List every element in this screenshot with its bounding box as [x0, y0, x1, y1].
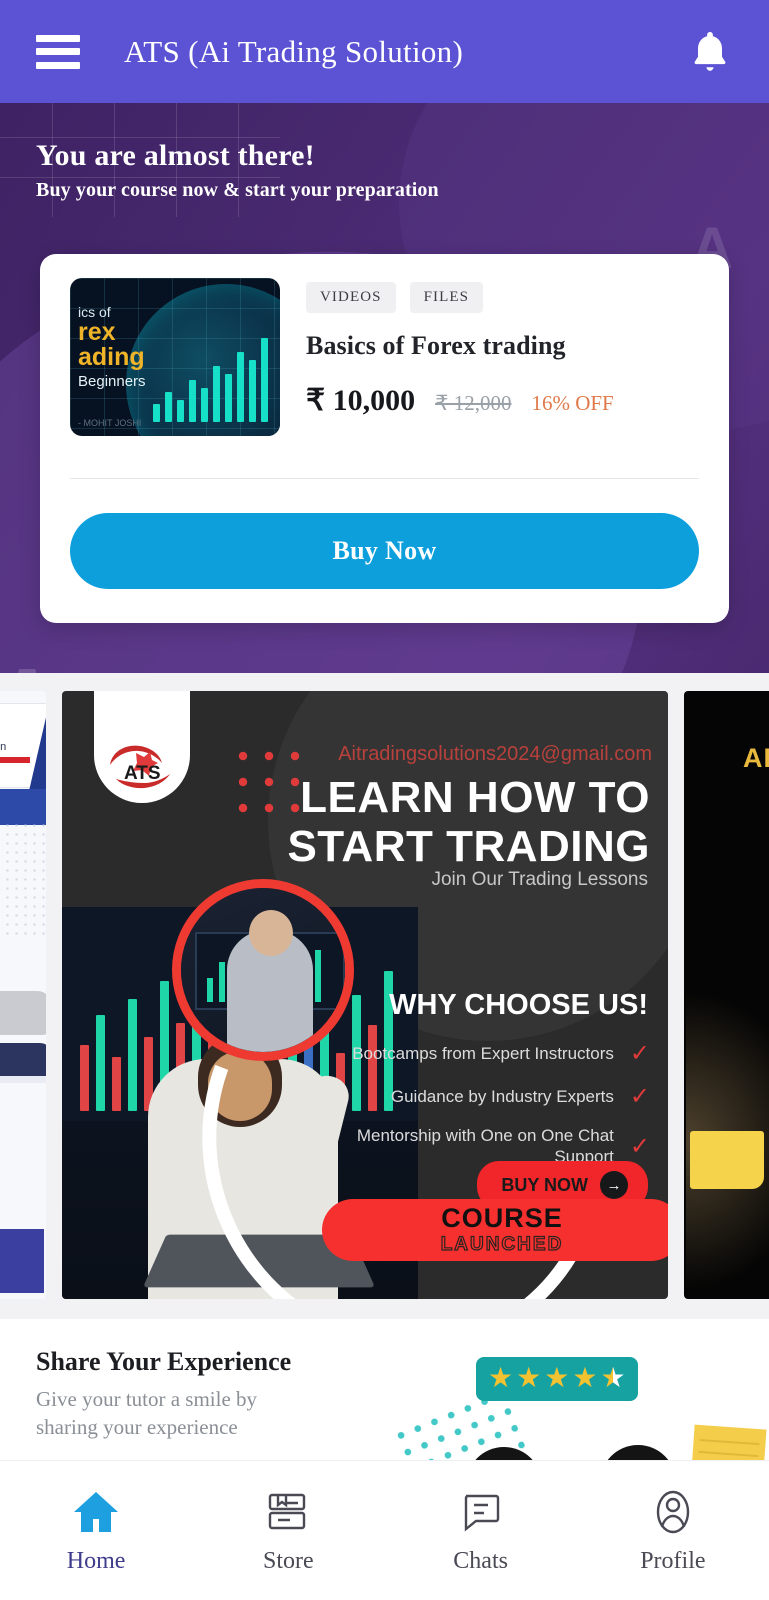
promo-headline-line1: LEARN HOW TO [300, 773, 650, 822]
svg-text:ATS: ATS [124, 763, 161, 784]
why-item-text: Bootcamps from Expert Instructors [352, 1043, 614, 1063]
prev-slide-shape-blue-2 [0, 789, 46, 825]
promo-subhead: Join Our Trading Lessons [431, 869, 648, 890]
share-experience-subtitle: Give your tutor a smile by sharing your … [36, 1387, 258, 1440]
card-divider [70, 478, 699, 479]
banner-subtitle: Buy your course now & start your prepara… [36, 179, 439, 201]
bell-icon[interactable] [687, 27, 733, 77]
thumbnail-text: ics of rex ading Beginners [78, 304, 146, 390]
chat-bubble-icon [454, 1486, 508, 1538]
thumbnail-credit: - MOHIT JOSHI [78, 418, 142, 428]
carousel-slide-next[interactable]: AI [684, 691, 769, 1299]
prev-slide-shoe-1 [0, 991, 46, 1035]
course-title: Basics of Forex trading [306, 331, 566, 360]
promo-buy-now-label: BUY NOW [501, 1174, 588, 1195]
nav-item-store[interactable]: Store [192, 1486, 384, 1575]
course-thumbnail: ics of rex ading Beginners - MOHIT JOSHI [70, 278, 280, 436]
nav-label-profile: Profile [640, 1548, 706, 1574]
course-tags: VIDEOS FILES [306, 282, 699, 313]
prev-slide-red-bar [0, 757, 30, 763]
page-title: ATS (Ai Trading Solution) [124, 33, 464, 69]
thumbnail-line3: Beginners [78, 373, 146, 390]
instructor-head [249, 910, 293, 956]
app-header: ATS (Ai Trading Solution) [0, 0, 769, 103]
course-info: VIDEOS FILES Basics of Forex trading ₹ 1… [306, 278, 699, 436]
prev-slide-text: on [0, 741, 7, 753]
star-icon: ★ [544, 1363, 570, 1394]
arrow-right-icon: → [600, 1171, 628, 1199]
next-slide-yellow-shape [690, 1131, 764, 1189]
course-launched-line2: LAUNCHED [440, 1233, 564, 1255]
promo-headline-line2: START TRADING [287, 822, 650, 872]
carousel-slide-active[interactable]: ATS Aitradingsolutions2024@gmail.com LEA… [62, 691, 668, 1299]
why-list-item: Bootcamps from Expert Instructors ✓ [350, 1039, 650, 1068]
nav-item-chats[interactable]: Chats [385, 1486, 577, 1575]
nav-item-home[interactable]: Home [0, 1486, 192, 1575]
prev-slide-blue-box [0, 1229, 44, 1293]
course-launched-banner: COURSE LAUNCHED [322, 1199, 668, 1261]
instructor-photo-circle [172, 879, 354, 1061]
candlestick-graphic [153, 326, 268, 422]
price-row: ₹ 10,000 ₹ 12,000 16% OFF [306, 383, 699, 418]
tag-files: FILES [409, 282, 484, 313]
prev-slide-shoe-2 [0, 1043, 46, 1083]
carousel-track[interactable]: on ATS Aitradingsolutions2024@gmail [0, 691, 769, 1299]
books-icon [261, 1486, 315, 1538]
star-rating-badge[interactable]: ★ ★ ★ ★ ★ [476, 1357, 638, 1401]
why-item-text: Guidance by Industry Experts [390, 1086, 614, 1106]
prev-slide-dot-pattern [0, 821, 46, 941]
star-icon: ★ [488, 1363, 514, 1394]
nav-item-profile[interactable]: Profile [577, 1486, 769, 1575]
why-list-item: Guidance by Industry Experts ✓ [350, 1082, 650, 1111]
course-card-top: ics of rex ading Beginners - MOHIT JOSHI … [70, 278, 699, 436]
banner-title: You are almost there! [36, 139, 315, 172]
check-icon: ✓ [629, 1084, 650, 1110]
banner-carousel[interactable]: on ATS Aitradingsolutions2024@gmail [0, 673, 769, 1319]
star-icon: ★ [516, 1363, 542, 1394]
course-card[interactable]: ics of rex ading Beginners - MOHIT JOSHI … [40, 254, 729, 623]
ats-bull-logo-icon: ATS [110, 745, 170, 789]
star-half-icon: ★ [600, 1363, 626, 1394]
promo-banner: A A You are almost there! Buy your cours… [0, 103, 769, 673]
person-icon [646, 1486, 700, 1538]
check-icon: ✓ [629, 1133, 650, 1160]
buy-now-button[interactable]: Buy Now [70, 513, 699, 589]
check-icon: ✓ [629, 1041, 650, 1067]
watermark-letter-a-left: A [0, 649, 60, 673]
price-current: ₹ 10,000 [306, 384, 416, 417]
banner-text-block: You are almost there! Buy your course no… [0, 103, 769, 202]
carousel-slide-previous[interactable]: on [0, 691, 46, 1299]
home-icon [69, 1486, 123, 1538]
price-original: ₹ 12,000 [435, 391, 512, 415]
share-experience-section[interactable]: Share Your Experience Give your tutor a … [0, 1319, 769, 1479]
app-root: ATS (Ai Trading Solution) A A You are al… [0, 0, 769, 1600]
thumbnail-line2: rex ading [78, 318, 145, 371]
course-launched-line1: COURSE [441, 1202, 563, 1233]
tag-videos: VIDEOS [306, 282, 396, 313]
next-slide-ai-text: AI [743, 743, 769, 773]
nav-label-chats: Chats [453, 1548, 508, 1574]
star-icon: ★ [572, 1363, 598, 1394]
nav-label-home: Home [66, 1548, 126, 1574]
discount-badge: 16% OFF [531, 391, 614, 415]
bottom-navigation: Home Store Chats Profile [0, 1460, 769, 1600]
nav-label-store: Store [263, 1548, 314, 1574]
hamburger-menu-icon[interactable] [36, 34, 80, 69]
why-choose-us-title: WHY CHOOSE US! [389, 989, 648, 1021]
